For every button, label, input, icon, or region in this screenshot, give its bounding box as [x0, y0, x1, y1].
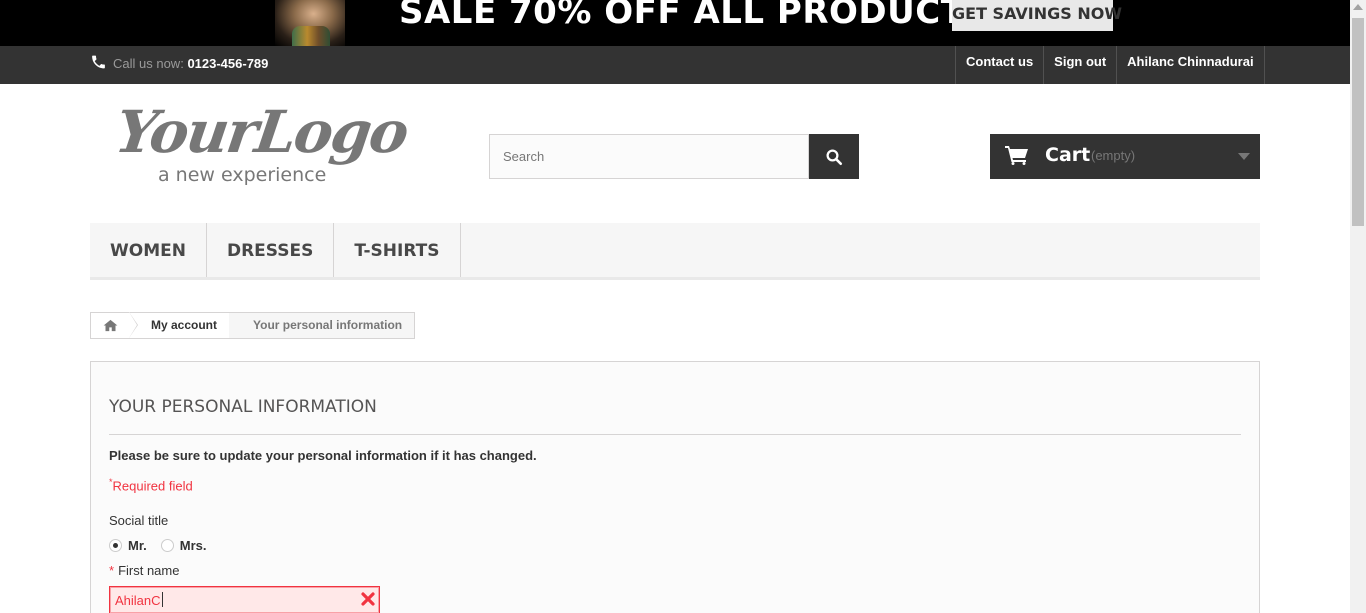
- phone-icon: [92, 55, 105, 69]
- text-cursor: [162, 592, 163, 607]
- search-input[interactable]: [489, 134, 809, 179]
- sign-out-link[interactable]: Sign out: [1044, 46, 1118, 84]
- cart-status: (empty): [1091, 148, 1136, 163]
- mr-label[interactable]: Mr.: [128, 538, 147, 553]
- social-title-options: Mr. Mrs.: [109, 538, 221, 553]
- account-links: Contact us Sign out Ahilanc Chinnadurai: [955, 46, 1265, 84]
- first-name-label: * First name: [109, 563, 180, 578]
- search-icon: [826, 149, 843, 165]
- mr-radio[interactable]: [109, 539, 122, 552]
- breadcrumb-my-account[interactable]: My account: [129, 313, 230, 338]
- cart-label: Cart: [1045, 144, 1091, 166]
- breadcrumb: My account Your personal information: [90, 312, 416, 339]
- menu-item-women[interactable]: Women: [90, 223, 207, 277]
- phone-number: 0123-456-789: [187, 56, 269, 71]
- scroll-thumb[interactable]: [1352, 18, 1364, 226]
- breadcrumb-current: Your personal information: [253, 318, 403, 332]
- get-savings-button[interactable]: GET SAVINGS NOW: [952, 0, 1122, 31]
- logo-wordmark: YourLogo: [111, 98, 412, 166]
- search-button[interactable]: [809, 134, 859, 179]
- mrs-radio[interactable]: [160, 539, 174, 552]
- site-logo[interactable]: YourLogo a new experience: [111, 98, 411, 194]
- call-us-label: Call us now:: [113, 56, 184, 71]
- chevron-down-icon: [1238, 153, 1250, 160]
- error-x-icon: [361, 592, 375, 606]
- mrs-label[interactable]: Mrs.: [180, 538, 207, 553]
- promo-banner[interactable]: SALE 70% OFF ALL PRODUCTS GET SAVINGS NO…: [0, 0, 1350, 46]
- contact-us-link[interactable]: Contact us: [956, 46, 1045, 84]
- menu-item-tshirts[interactable]: T-shirts: [334, 223, 461, 277]
- call-us: Call us now: 0123-456-789: [90, 53, 268, 71]
- banner-headline: SALE 70% OFF ALL PRODUCTS: [399, 0, 990, 32]
- personal-info-box: Your personal information Please be sure…: [90, 361, 1260, 613]
- breadcrumb-home[interactable]: [91, 312, 138, 338]
- logo-tagline: a new experience: [158, 164, 327, 186]
- menu-item-dresses[interactable]: Dresses: [207, 223, 335, 277]
- required-field-note: *Required field: [109, 477, 193, 494]
- top-nav-bar: Call us now: 0123-456-789 Contact us Sig…: [0, 46, 1350, 84]
- page-title: Your personal information: [109, 397, 377, 417]
- home-icon: [103, 319, 117, 332]
- social-title-label: Social title: [109, 513, 169, 528]
- info-text: Please be sure to update your personal i…: [109, 448, 537, 463]
- divider: [109, 434, 1241, 435]
- account-name-link[interactable]: Ahilanc Chinnadurai: [1117, 46, 1265, 84]
- cart-button[interactable]: Cart (empty): [990, 134, 1260, 179]
- cart-icon: [1005, 146, 1028, 165]
- first-name-field[interactable]: [109, 586, 380, 613]
- main-menu: Women Dresses T-shirts: [90, 223, 1260, 280]
- scroll-up-arrow-icon[interactable]: [1353, 4, 1363, 10]
